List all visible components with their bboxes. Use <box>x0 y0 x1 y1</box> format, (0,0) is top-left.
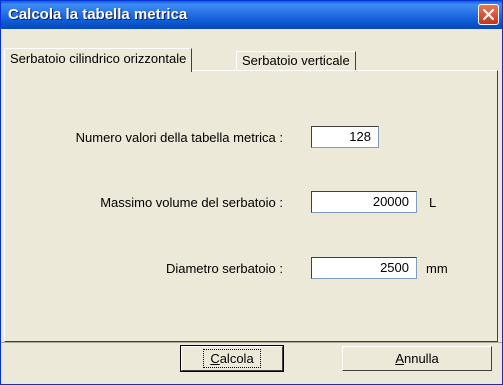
diameter-unit: mm <box>426 261 448 276</box>
diameter-input[interactable]: 2500 <box>311 257 417 279</box>
window-title: Calcola la tabella metrica <box>8 6 188 23</box>
diameter-label: Diametro serbatoio : <box>165 261 283 276</box>
max-volume-input[interactable]: 20000 <box>311 191 417 213</box>
close-icon <box>482 8 495 21</box>
num-values-label: Numero valori della tabella metrica : <box>75 130 283 145</box>
tab-label: Serbatoio cilindrico orizzontale <box>10 51 187 66</box>
cancel-button[interactable]: Annulla <box>342 346 492 371</box>
max-volume-label: Massimo volume del serbatoio : <box>100 195 283 210</box>
tab-panel: Numero valori della tabella metrica : 12… <box>4 70 498 342</box>
calculate-button-label: Calcola <box>203 349 261 368</box>
dialog-window: Calcola la tabella metrica Serbatoio cil… <box>0 0 503 385</box>
title-bar[interactable]: Calcola la tabella metrica <box>1 1 502 29</box>
tab-strip: Serbatoio cilindrico orizzontale Serbato… <box>1 48 502 72</box>
close-button[interactable] <box>478 4 499 25</box>
cancel-button-label: Annulla <box>395 351 439 366</box>
tab-horizontal-tank[interactable]: Serbatoio cilindrico orizzontale <box>4 48 193 72</box>
tab-vertical-tank[interactable]: Serbatoio verticale <box>236 51 356 71</box>
max-volume-unit: L <box>429 195 437 210</box>
num-values-input[interactable]: 128 <box>311 126 379 148</box>
calculate-button[interactable]: Calcola <box>180 345 284 372</box>
tab-label: Serbatoio verticale <box>242 53 350 68</box>
button-bar: Calcola Annulla <box>1 342 502 385</box>
